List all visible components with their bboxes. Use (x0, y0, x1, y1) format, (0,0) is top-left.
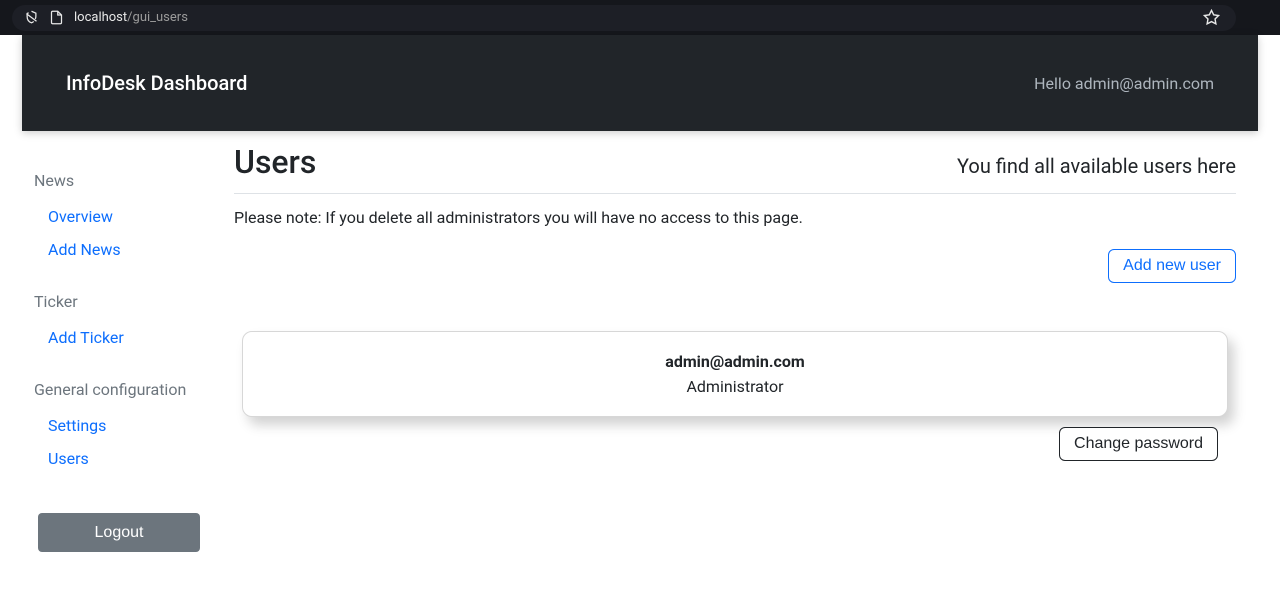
shield-off-icon (24, 10, 39, 25)
sidebar-section-news: News Overview Add News (34, 171, 222, 266)
brand-title: InfoDesk Dashboard (66, 71, 247, 95)
bookmark-star-icon[interactable] (1203, 9, 1220, 26)
sidebar-section-general: General configuration Settings Users (34, 380, 222, 475)
page-header: Users You find all available users here (234, 143, 1236, 194)
sidebar-link-add-ticker[interactable]: Add Ticker (34, 321, 222, 354)
sidebar-link-overview[interactable]: Overview (34, 200, 222, 233)
topbar: InfoDesk Dashboard Hello admin@admin.com (22, 35, 1258, 131)
change-password-button[interactable]: Change password (1059, 427, 1218, 461)
user-role: Administrator (259, 377, 1211, 396)
sidebar-link-settings[interactable]: Settings (34, 409, 222, 442)
page-subtitle: You find all available users here (957, 154, 1236, 178)
sidebar-label-ticker: Ticker (34, 292, 222, 311)
sidebar-link-add-news[interactable]: Add News (34, 233, 222, 266)
page-title: Users (234, 143, 316, 181)
logout-button[interactable]: Logout (38, 513, 200, 552)
url-box[interactable]: localhost/gui_users (12, 5, 1236, 31)
sidebar-label-general: General configuration (34, 380, 222, 399)
warning-note: Please note: If you delete all administr… (234, 208, 1236, 227)
url-text: localhost/gui_users (74, 10, 188, 25)
sidebar-link-users[interactable]: Users (34, 442, 222, 475)
greeting-text: Hello admin@admin.com (1034, 74, 1214, 93)
sidebar-section-ticker: Ticker Add Ticker (34, 292, 222, 354)
document-icon (49, 10, 64, 25)
main-content: Users You find all available users here … (234, 143, 1258, 552)
user-card: admin@admin.com Administrator (242, 331, 1228, 417)
add-user-button[interactable]: Add new user (1108, 249, 1236, 283)
browser-address-bar: localhost/gui_users (0, 0, 1280, 35)
sidebar: News Overview Add News Ticker Add Ticker… (22, 143, 234, 552)
user-email: admin@admin.com (259, 352, 1211, 371)
sidebar-label-news: News (34, 171, 222, 190)
